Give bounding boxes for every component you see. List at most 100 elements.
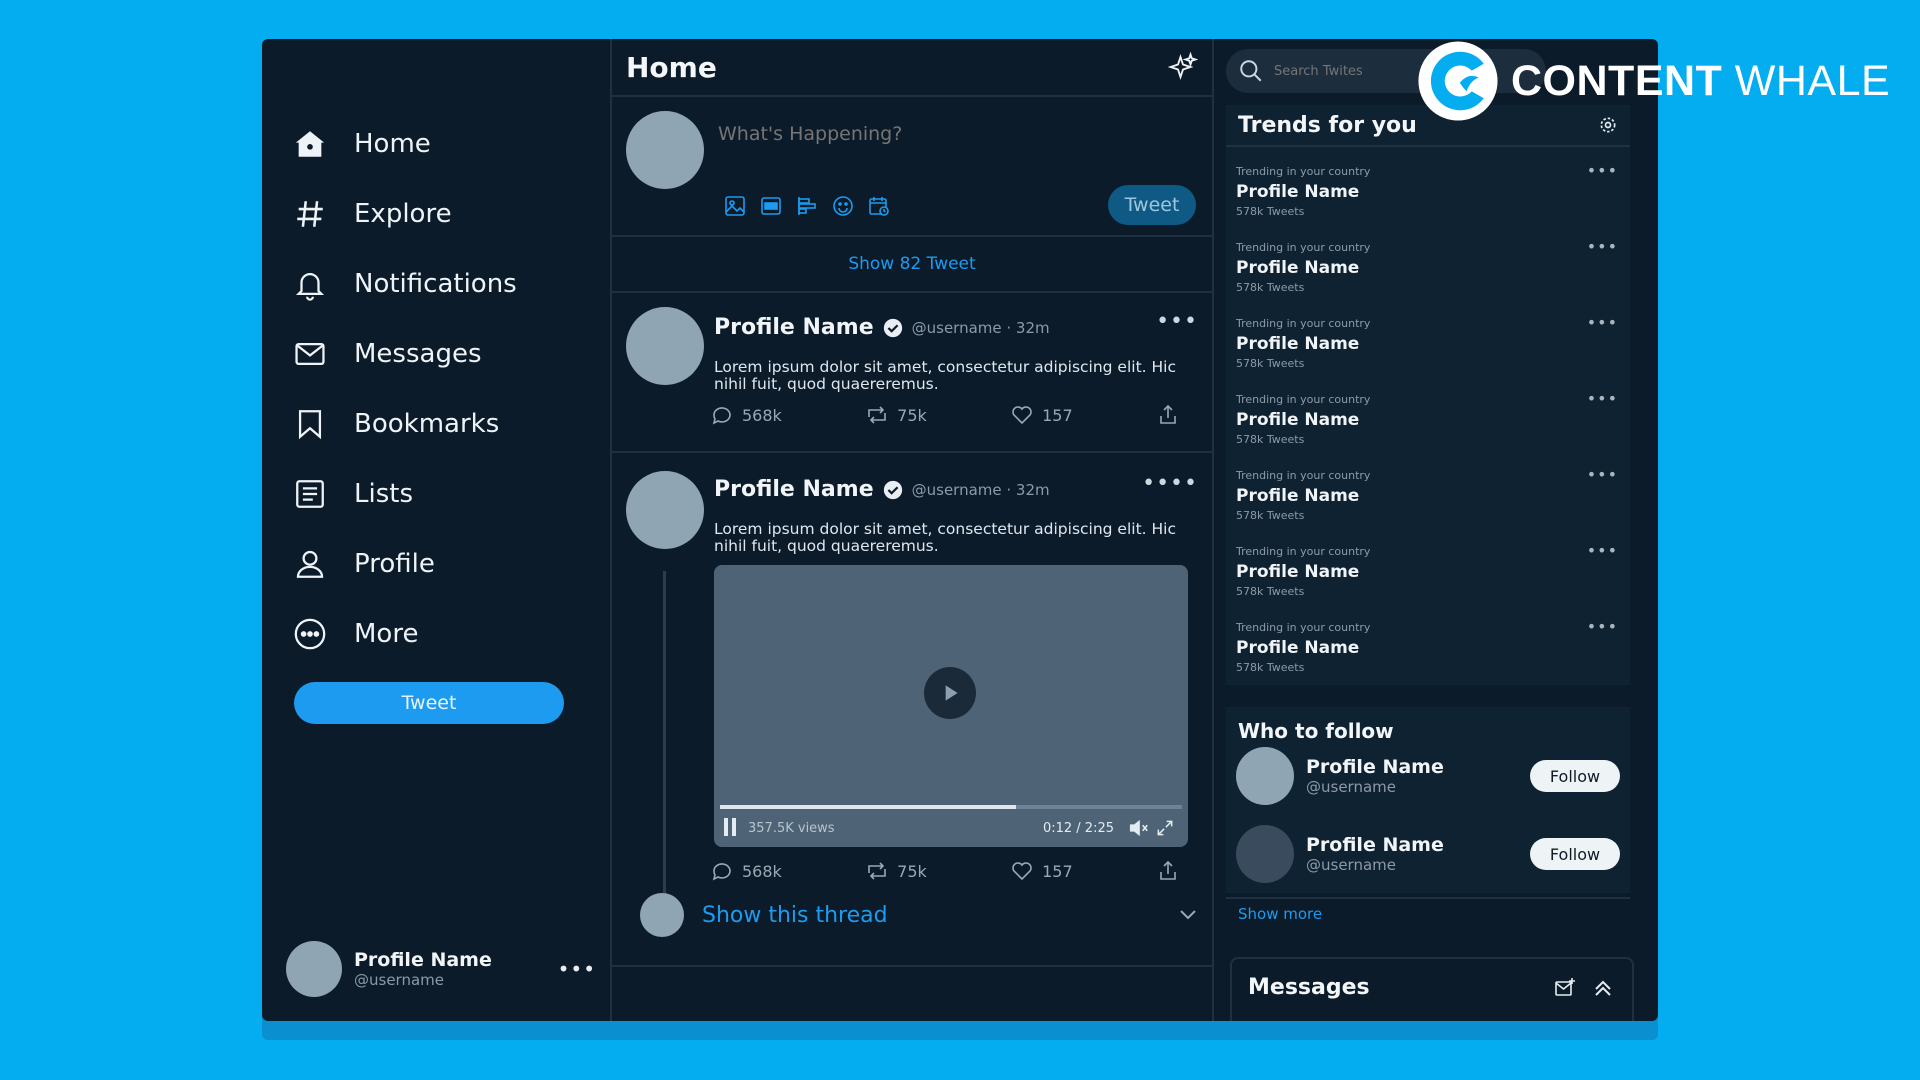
retweet-icon (868, 862, 886, 880)
tweet-more-icon[interactable]: •••• (1142, 471, 1198, 496)
retweet-button[interactable]: 75k (865, 859, 927, 883)
trend-count: 578k Tweets (1236, 661, 1305, 674)
bell-icon (292, 266, 328, 302)
follow-button[interactable]: Follow (1530, 838, 1620, 870)
trend-item[interactable]: Trending in your country Profile Name 57… (1226, 375, 1630, 451)
show-new-tweets[interactable]: Show 82 Tweet (612, 237, 1212, 293)
list-icon (292, 476, 328, 512)
more-dots-icon[interactable]: ••• (558, 957, 596, 981)
more-dots-icon[interactable]: ••• (1587, 237, 1618, 256)
suggestion-name[interactable]: Profile Name (1306, 834, 1530, 856)
tweet-button[interactable]: Tweet (294, 682, 564, 724)
nav-label: Explore (354, 199, 452, 229)
reply-button[interactable]: 568k (710, 859, 782, 883)
trend-category: Trending in your country (1236, 621, 1371, 634)
suggestion-username: @username (1306, 856, 1396, 874)
pause-icon[interactable] (724, 818, 740, 838)
share-icon (1160, 404, 1176, 424)
gif-icon[interactable] (758, 193, 784, 219)
trend-item[interactable]: Trending in your country Profile Name 57… (1226, 147, 1630, 223)
suggestion-name[interactable]: Profile Name (1306, 756, 1530, 778)
video-player[interactable]: 357.5K views 0:12 / 2:25 (714, 565, 1188, 847)
retweet-button[interactable]: 75k (865, 403, 927, 427)
more-dots-icon[interactable]: ••• (1587, 465, 1618, 484)
trend-name: Profile Name (1236, 562, 1360, 582)
tweet[interactable]: Profile Name @username · 32m •••• Lorem … (612, 453, 1212, 967)
nav-notifications[interactable]: Notifications (292, 249, 517, 319)
brand-name-bold: CONTENT (1511, 56, 1723, 105)
avatar[interactable] (1236, 825, 1294, 883)
show-thread-link[interactable]: Show this thread (702, 903, 1176, 928)
home-feed: Home Tweet Show 82 Tweet Profile Name (612, 39, 1214, 1021)
chevron-up-icon[interactable] (1590, 975, 1616, 1001)
nav-label: Messages (354, 339, 482, 369)
reply-button[interactable]: 568k (710, 403, 782, 427)
schedule-icon[interactable] (866, 193, 892, 219)
account-name: Profile Name (354, 949, 492, 971)
mute-icon[interactable] (1126, 817, 1152, 839)
retweet-icon (868, 406, 886, 424)
play-icon (945, 685, 958, 701)
trend-name: Profile Name (1236, 258, 1360, 278)
nav-lists[interactable]: Lists (292, 459, 517, 529)
video-controls: 357.5K views 0:12 / 2:25 (724, 817, 1178, 839)
whale-logo-icon (1418, 41, 1498, 121)
share-button[interactable] (1156, 403, 1180, 427)
share-button[interactable] (1156, 859, 1180, 883)
trend-item[interactable]: Trending in your country Profile Name 57… (1226, 603, 1630, 679)
more-dots-icon[interactable]: ••• (1587, 313, 1618, 332)
tweet-author-name[interactable]: Profile Name (714, 477, 874, 502)
tweet[interactable]: Profile Name @username · 32m ••• Lorem i… (612, 293, 1212, 453)
heart-icon (1012, 406, 1032, 425)
main-nav: Home Explore Notifications Messages Book… (292, 109, 517, 669)
new-message-icon[interactable] (1552, 975, 1578, 1001)
nav-messages[interactable]: Messages (292, 319, 517, 389)
video-progress[interactable] (720, 805, 1182, 809)
trend-item[interactable]: Trending in your country Profile Name 57… (1226, 451, 1630, 527)
like-button[interactable]: 157 (1010, 403, 1073, 427)
nav-bookmarks[interactable]: Bookmarks (292, 389, 517, 459)
tweet-actions: 568k 75k 157 (710, 403, 1180, 427)
tweet-header: Profile Name @username · 32m (714, 477, 1050, 502)
follow-button[interactable]: Follow (1530, 760, 1620, 792)
emoji-icon[interactable] (830, 193, 856, 219)
nav-profile[interactable]: Profile (292, 529, 517, 599)
messages-dock[interactable]: Messages (1230, 957, 1634, 1021)
trend-item[interactable]: Trending in your country Profile Name 57… (1226, 527, 1630, 603)
trend-item[interactable]: Trending in your country Profile Name 57… (1226, 299, 1630, 375)
play-button[interactable] (924, 667, 976, 719)
tweet-more-icon[interactable]: ••• (1156, 309, 1198, 334)
tweet-author-name[interactable]: Profile Name (714, 315, 874, 340)
trend-item[interactable]: Trending in your country Profile Name 57… (1226, 223, 1630, 299)
account-switcher[interactable]: Profile Name @username ••• (286, 941, 596, 997)
show-more-link[interactable]: Show more (1238, 905, 1322, 923)
divider (1226, 897, 1630, 899)
like-button[interactable]: 157 (1010, 859, 1073, 883)
nav-home[interactable]: Home (292, 109, 517, 179)
nav-explore[interactable]: Explore (292, 179, 517, 249)
tweet-text: Lorem ipsum dolor sit amet, consectetur … (714, 358, 1176, 393)
page-title: Home (626, 50, 717, 84)
tweet-meta: @username · 32m (911, 480, 1050, 499)
avatar[interactable] (626, 471, 704, 549)
poll-icon[interactable] (794, 193, 820, 219)
compose-tweet-button[interactable]: Tweet (1108, 185, 1196, 225)
avatar[interactable] (626, 307, 704, 385)
more-dots-icon[interactable]: ••• (1587, 161, 1618, 180)
nav-more[interactable]: More (292, 599, 517, 669)
more-dots-icon[interactable]: ••• (1587, 617, 1618, 636)
avatar[interactable] (1236, 747, 1294, 805)
trend-count: 578k Tweets (1236, 433, 1305, 446)
video-time: 0:12 / 2:25 (1042, 820, 1114, 836)
sparkle-icon[interactable] (1168, 52, 1198, 82)
chevron-down-icon[interactable] (1176, 903, 1200, 927)
fullscreen-icon[interactable] (1152, 817, 1178, 839)
more-dots-icon[interactable]: ••• (1587, 389, 1618, 408)
trend-category: Trending in your country (1236, 165, 1371, 178)
compose-input[interactable] (718, 123, 1118, 145)
follow-suggestion: Profile Name @username Follow (1236, 825, 1620, 883)
trend-category: Trending in your country (1236, 545, 1371, 558)
avatar (286, 941, 342, 997)
more-dots-icon[interactable]: ••• (1587, 541, 1618, 560)
image-icon[interactable] (722, 193, 748, 219)
